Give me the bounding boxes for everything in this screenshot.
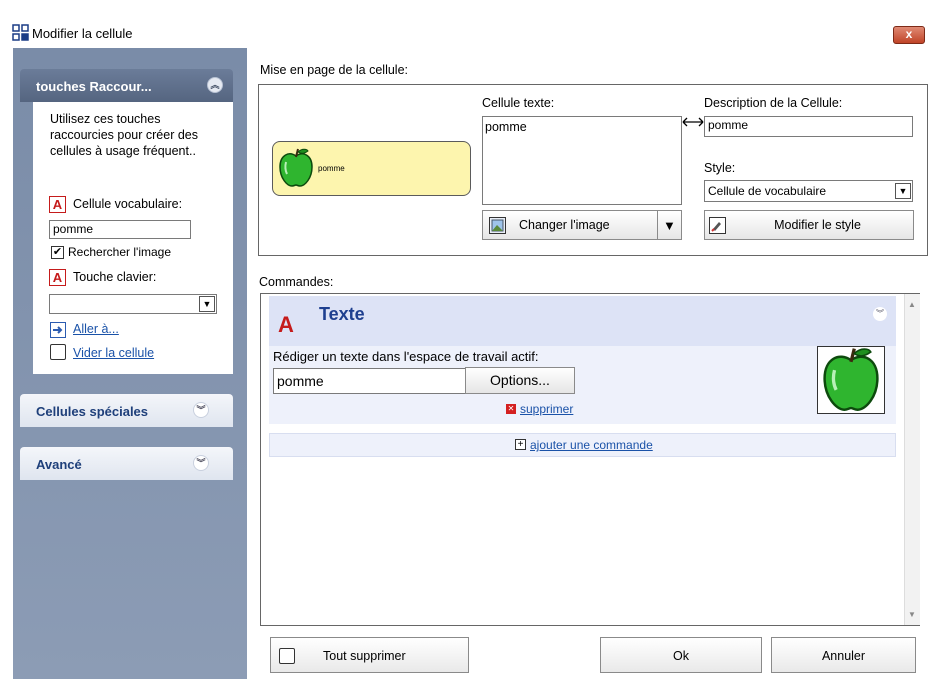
close-button[interactable]: x <box>893 26 925 44</box>
text-command-icon: A <box>49 196 66 213</box>
add-command-link[interactable]: ajouter une commande <box>530 438 653 452</box>
keyboard-key-label: Touche clavier: <box>73 270 157 284</box>
grid-app-icon <box>12 24 29 41</box>
cancel-button[interactable]: Annuler <box>771 637 916 673</box>
find-image-checkbox[interactable]: ✔ <box>51 246 64 259</box>
command-text-input[interactable]: pomme <box>273 368 467 394</box>
style-select[interactable]: Cellule de vocabulaire ▼ <box>704 180 913 202</box>
chevron-down-icon[interactable]: ▼ <box>895 183 911 199</box>
special-cells-title: Cellules spéciales <box>36 404 149 419</box>
window-title: Modifier la cellule <box>32 26 133 41</box>
modify-style-button[interactable]: Modifier le style <box>704 210 914 240</box>
cell-text-label: Cellule texte: <box>482 96 555 110</box>
advanced-title: Avancé <box>36 457 82 472</box>
delete-all-label: Tout supprimer <box>323 649 406 663</box>
clear-cell-link[interactable]: Vider la cellule <box>73 346 154 360</box>
options-button[interactable]: Options... <box>465 367 575 394</box>
add-command-row[interactable]: + ajouter une commande <box>269 433 896 457</box>
modify-style-label: Modifier le style <box>774 218 861 232</box>
shortcuts-section-title: touches Raccour... <box>36 79 152 94</box>
goto-link[interactable]: Aller à... <box>73 322 119 336</box>
change-image-label: Changer l'image <box>519 218 610 232</box>
title-bar: Modifier la cellule x <box>0 0 935 46</box>
vocab-cell-input[interactable]: pomme <box>49 220 191 239</box>
commands-group-label: Commandes: <box>259 275 334 289</box>
plus-icon[interactable]: + <box>515 439 526 450</box>
ok-button[interactable]: Ok <box>600 637 762 673</box>
cell-text-area[interactable]: pomme <box>482 116 682 205</box>
arrow-right-icon[interactable] <box>50 322 66 338</box>
apple-icon <box>823 348 879 411</box>
image-icon <box>489 217 506 234</box>
expand-chevron-icon[interactable]: ︾ <box>193 402 209 418</box>
link-arrows-icon <box>682 117 704 127</box>
description-input[interactable]: pomme <box>704 116 913 137</box>
command-description: Rédiger un texte dans l'espace de travai… <box>273 349 539 364</box>
scroll-up-icon[interactable]: ▲ <box>908 300 916 309</box>
find-image-label[interactable]: Rechercher l'image <box>68 245 171 259</box>
command-title: Texte <box>319 304 365 324</box>
shortcuts-help-text: Utilisez ces touches raccourcies pour cr… <box>50 112 198 158</box>
style-value: Cellule de vocabulaire <box>708 184 827 198</box>
apple-icon <box>279 148 313 187</box>
command-item-header[interactable]: A Texte ︾ <box>269 296 896 346</box>
clear-icon <box>279 648 295 664</box>
delete-all-button[interactable]: Tout supprimer <box>270 637 469 673</box>
expand-chevron-icon[interactable]: ︾ <box>193 455 209 471</box>
vocab-cell-label: Cellule vocabulaire: <box>73 197 183 211</box>
clear-cell-icon[interactable] <box>50 344 66 360</box>
keyboard-key-select[interactable]: ▼ <box>49 294 217 314</box>
expand-chevron-icon[interactable]: ︾ <box>873 307 887 321</box>
commands-scrollbar[interactable]: ▲ ▼ <box>904 294 920 625</box>
chevron-down-icon[interactable]: ▼ <box>199 296 215 312</box>
command-image[interactable] <box>817 346 885 414</box>
special-cells-section-header[interactable]: Cellules spéciales ︾ <box>20 394 233 427</box>
scroll-down-icon[interactable]: ▼ <box>908 610 916 619</box>
change-image-button[interactable]: Changer l'image ▼ <box>482 210 682 240</box>
text-command-icon: A <box>278 312 294 337</box>
cell-preview-text: pomme <box>318 164 345 173</box>
layout-group-label: Mise en page de la cellule: <box>260 63 409 77</box>
chevron-down-icon[interactable]: ▼ <box>663 218 676 233</box>
advanced-section-header[interactable]: Avancé ︾ <box>20 447 233 480</box>
cell-preview[interactable]: pomme <box>272 141 471 196</box>
delete-icon[interactable]: ✕ <box>506 404 516 414</box>
description-label: Description de la Cellule: <box>704 96 843 110</box>
keyboard-key-icon: A <box>49 269 66 286</box>
delete-command-link[interactable]: supprimer <box>520 402 573 416</box>
split-divider <box>657 210 658 240</box>
style-label: Style: <box>704 161 736 175</box>
collapse-chevron-icon[interactable]: ︽ <box>207 77 223 93</box>
shortcuts-section-header[interactable]: touches Raccour... ︽ <box>20 69 233 102</box>
command-item-body: Rédiger un texte dans l'espace de travai… <box>269 346 896 424</box>
